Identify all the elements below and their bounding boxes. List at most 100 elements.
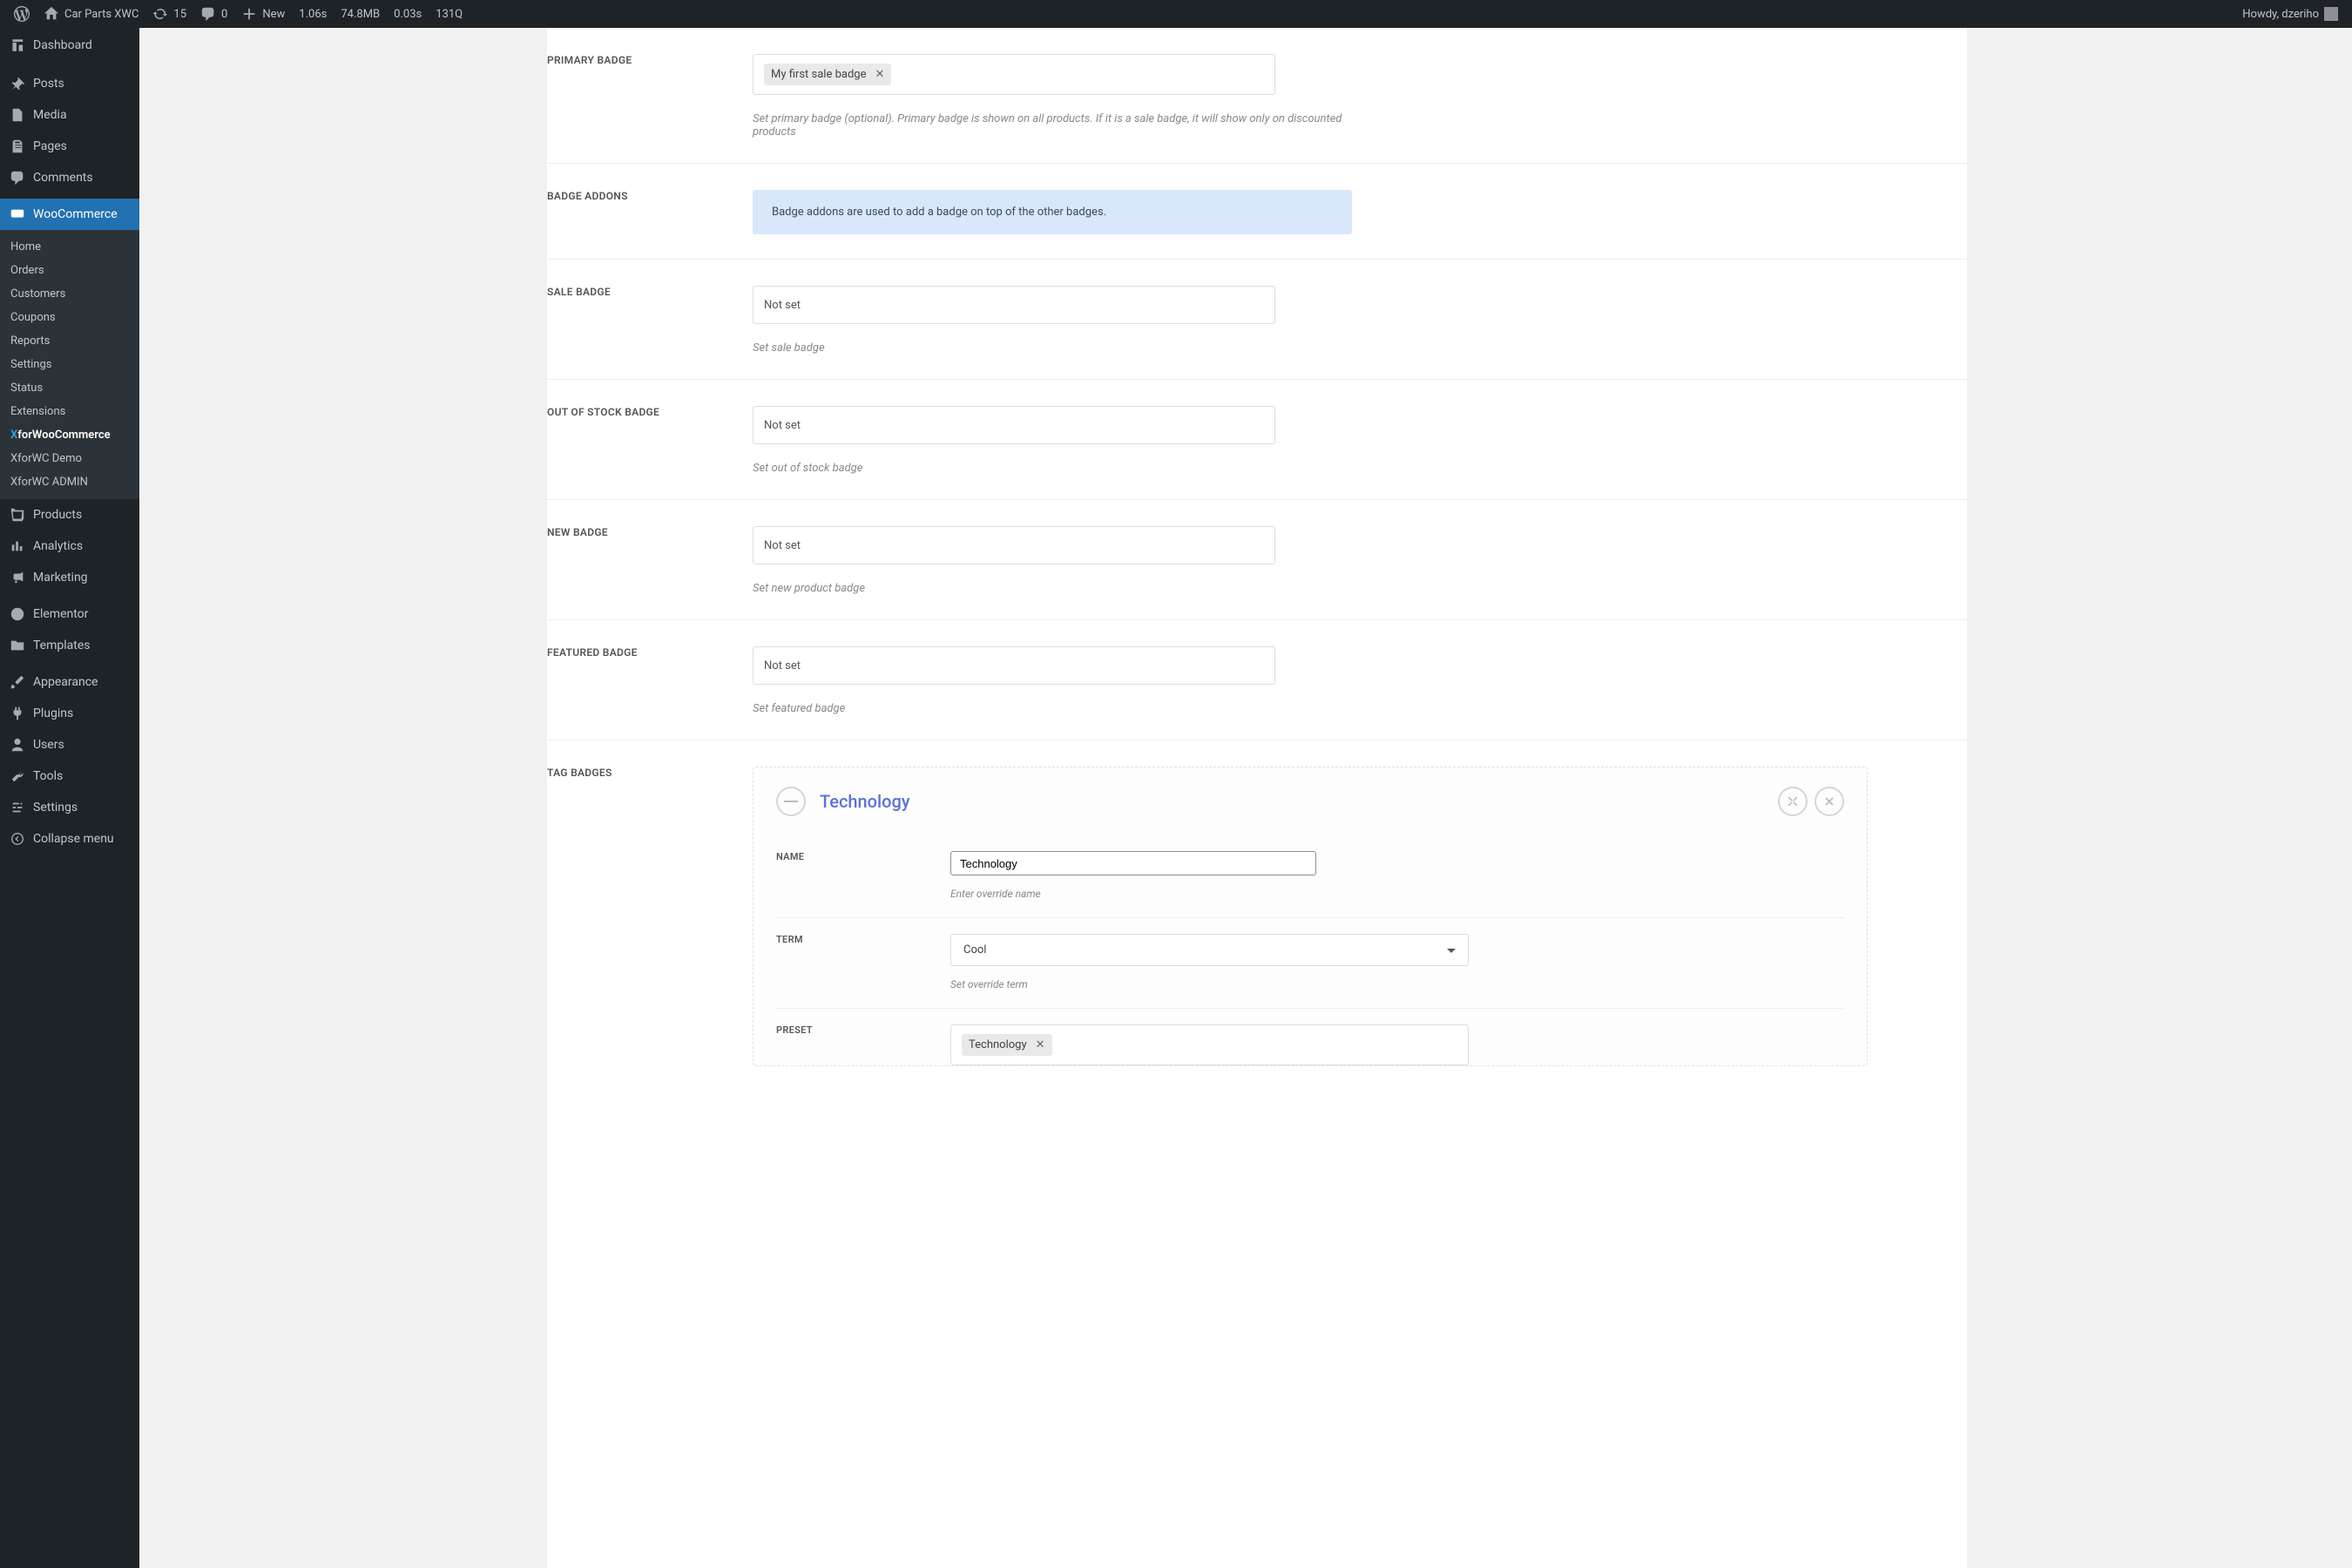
site-link[interactable]: Car Parts XWC xyxy=(37,0,145,28)
featured-badge-label: FEATURED BADGE xyxy=(547,646,753,659)
chip-remove-icon[interactable]: ✕ xyxy=(875,68,884,81)
preset-chip: Technology ✕ xyxy=(962,1034,1052,1056)
chip-remove-icon[interactable]: ✕ xyxy=(1036,1038,1045,1051)
preset-chip-label: Technology xyxy=(969,1038,1027,1051)
avatar xyxy=(2324,7,2338,21)
term-helper: Set override term xyxy=(950,978,1473,990)
badge-addons-notice: Badge addons are used to add a badge on … xyxy=(753,190,1352,234)
menu-marketing[interactable]: Marketing xyxy=(0,562,139,593)
page-icon xyxy=(9,138,26,155)
woocommerce-icon xyxy=(9,206,26,223)
new-content-link[interactable]: New xyxy=(234,0,292,28)
name-helper: Enter override name xyxy=(950,888,1473,900)
menu-collapse[interactable]: Collapse menu xyxy=(0,823,139,855)
submenu-settings[interactable]: Settings xyxy=(0,353,139,376)
perf-memory[interactable]: 74.8MB xyxy=(334,0,387,28)
submenu-xforwc-admin[interactable]: XforWC ADMIN xyxy=(0,470,139,494)
perf-time[interactable]: 1.06s xyxy=(292,0,334,28)
tag-badges-label: TAG BADGES xyxy=(547,767,753,779)
perf-dbtime[interactable]: 0.03s xyxy=(387,0,429,28)
site-name: Car Parts XWC xyxy=(64,8,139,21)
term-dropdown[interactable]: Cool xyxy=(950,934,1469,966)
woocommerce-submenu: Home Orders Customers Coupons Reports Se… xyxy=(0,230,139,499)
menu-elementor[interactable]: Elementor xyxy=(0,598,139,630)
menu-dashboard[interactable]: Dashboard xyxy=(0,28,139,63)
perf-queries[interactable]: 131Q xyxy=(429,0,470,28)
home-icon xyxy=(44,6,59,22)
menu-pages[interactable]: Pages xyxy=(0,131,139,162)
name-input[interactable] xyxy=(950,851,1316,875)
menu-woocommerce[interactable]: WooCommerce xyxy=(0,199,139,230)
row-oos-badge: OUT OF STOCK BADGE Not set Set out of st… xyxy=(547,380,1967,500)
wp-logo[interactable] xyxy=(7,0,37,28)
preset-label: PRESET xyxy=(776,1024,950,1036)
new-badge-label: NEW BADGE xyxy=(547,526,753,538)
submenu-customers[interactable]: Customers xyxy=(0,282,139,306)
card-title: Technology xyxy=(820,791,910,812)
menu-plugins[interactable]: Plugins xyxy=(0,698,139,729)
sale-badge-helper: Set sale badge xyxy=(753,341,1380,355)
preset-select[interactable]: Technology ✕ xyxy=(950,1024,1469,1065)
card-collapse-button[interactable] xyxy=(776,787,806,816)
oos-badge-select[interactable]: Not set xyxy=(753,406,1275,444)
sliders-icon xyxy=(9,799,26,816)
menu-analytics[interactable]: Analytics xyxy=(0,531,139,562)
plug-icon xyxy=(9,705,26,722)
badge-addons-label: BADGE ADDONS xyxy=(547,190,753,202)
account-link[interactable]: Howdy, dzeriho xyxy=(2235,0,2345,28)
new-label: New xyxy=(262,8,285,21)
megaphone-icon xyxy=(9,569,26,586)
pin-icon xyxy=(9,75,26,92)
submenu-xforwoocommerce[interactable]: XforWooCommerce xyxy=(0,423,139,447)
menu-users[interactable]: Users xyxy=(0,729,139,760)
update-icon xyxy=(152,6,168,22)
new-badge-select[interactable]: Not set xyxy=(753,526,1275,564)
term-label: TERM xyxy=(776,934,950,945)
card-close-button[interactable] xyxy=(1815,787,1844,816)
folder-icon xyxy=(9,637,26,654)
comments-icon xyxy=(9,169,26,186)
user-icon xyxy=(9,736,26,754)
comments-link[interactable]: 0 xyxy=(193,0,234,28)
menu-media[interactable]: Media xyxy=(0,99,139,131)
submenu-coupons[interactable]: Coupons xyxy=(0,306,139,329)
submenu-xforwc-demo[interactable]: XforWC Demo xyxy=(0,447,139,470)
comment-icon xyxy=(200,6,216,22)
comments-count: 0 xyxy=(221,8,227,21)
updates-link[interactable]: 15 xyxy=(145,0,193,28)
row-sale-badge: SALE BADGE Not set Set sale badge xyxy=(547,260,1967,380)
submenu-orders[interactable]: Orders xyxy=(0,259,139,282)
tag-badge-card: Technology NAME xyxy=(753,767,1868,1066)
admin-bar: Car Parts XWC 15 0 New 1.06s 74.8MB 0.03… xyxy=(0,0,2352,28)
menu-tools[interactable]: Tools xyxy=(0,760,139,792)
submenu-extensions[interactable]: Extensions xyxy=(0,400,139,423)
menu-comments[interactable]: Comments xyxy=(0,162,139,193)
brush-icon xyxy=(9,673,26,691)
submenu-home[interactable]: Home xyxy=(0,235,139,259)
primary-badge-select[interactable]: My first sale badge ✕ xyxy=(753,54,1275,95)
sale-badge-select[interactable]: Not set xyxy=(753,286,1275,324)
submenu-reports[interactable]: Reports xyxy=(0,329,139,353)
primary-badge-chip: My first sale badge ✕ xyxy=(764,64,891,85)
menu-templates[interactable]: Templates xyxy=(0,630,139,661)
primary-badge-label: PRIMARY BADGE xyxy=(547,54,753,66)
menu-posts[interactable]: Posts xyxy=(0,68,139,99)
card-row-name: NAME Enter override name xyxy=(776,835,1844,918)
menu-products[interactable]: Products xyxy=(0,499,139,531)
media-icon xyxy=(9,106,26,124)
menu-appearance[interactable]: Appearance xyxy=(0,666,139,698)
submenu-status[interactable]: Status xyxy=(0,376,139,400)
term-value: Cool xyxy=(963,943,986,956)
featured-badge-select[interactable]: Not set xyxy=(753,646,1275,685)
row-featured-badge: FEATURED BADGE Not set Set featured badg… xyxy=(547,620,1967,740)
dashboard-icon xyxy=(9,37,26,54)
row-new-badge: NEW BADGE Not set Set new product badge xyxy=(547,500,1967,620)
primary-badge-helper: Set primary badge (optional). Primary ba… xyxy=(753,112,1380,139)
analytics-icon xyxy=(9,537,26,555)
admin-sidebar: Dashboard Posts Media Pages Comments Woo… xyxy=(0,28,139,1568)
wordpress-icon xyxy=(14,6,30,22)
expand-icon xyxy=(1786,794,1800,808)
card-expand-button[interactable] xyxy=(1778,787,1808,816)
menu-settings[interactable]: Settings xyxy=(0,792,139,823)
caret-down-icon xyxy=(1447,949,1456,957)
